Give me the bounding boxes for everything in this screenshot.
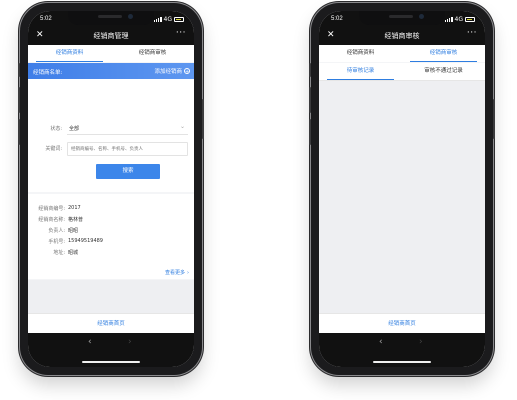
review-subtab-bar: 待审核记录 审核不通过记录 [319,63,485,81]
search-button[interactable]: 搜索 [96,164,160,179]
nav-bar: ✕ 经销商管理 ··· [28,27,194,45]
network-label: 4G [163,16,172,23]
detail-key: 负责人: [48,228,65,234]
nav-bar: ✕ 经销商审核 ··· [319,27,485,45]
tab-dealer-info[interactable]: 经销商资料 [28,45,111,62]
notch [68,11,154,25]
keyword-input[interactable] [68,143,187,155]
keyword-label: 关键词: [45,146,62,152]
dealer-home-link[interactable]: 经销商首页 [319,313,485,334]
forward-icon[interactable]: › [419,337,423,347]
back-icon[interactable]: ‹ [88,337,92,347]
add-dealer-button[interactable]: 添加经销商 + [154,67,190,75]
volume-down-button [18,119,20,145]
screen: 5:02 4G ✕ 经销商管理 ··· 经销商资料 经销商审核 经销商名单: 添… [28,11,194,367]
status-label: 状态: [50,126,62,132]
phone-right: 5:02 4G ✕ 经销商审核 ··· 经销商资料 经销商审核 待审核记录 审核… [309,3,495,375]
tab-pending-review[interactable]: 待审核记录 [319,63,402,80]
dealer-list-label: 经销商名单: [33,70,63,76]
detail-value: 2017 [68,205,81,211]
detail-key: 地址: [53,250,65,256]
home-indicator[interactable] [82,361,140,363]
view-more-link[interactable]: 查看更多 › [164,269,189,277]
mute-switch [309,63,311,77]
more-icon[interactable]: ··· [467,28,477,38]
battery-icon [465,17,475,22]
tab-dealer-review[interactable]: 经销商审核 [111,45,194,62]
more-icon[interactable]: ··· [176,28,186,38]
battery-icon [174,17,184,22]
tab-rejected-review[interactable]: 审核不通过记录 [402,63,485,80]
volume-up-button [18,87,20,113]
chevron-right-icon: › [187,269,189,276]
empty-area [28,280,194,313]
dealer-list-banner: 经销商名单: 添加经销商 + [28,63,194,79]
browser-toolbar: ‹ › [319,333,485,367]
detail-value: 昭城 [68,250,79,256]
tab-bar: 经销商资料 经销商审核 [28,45,194,62]
dealer-detail-card: 经销商编号: 2017 经销商名称: 格林普 负责人: 昭昭 手机号: 1594… [28,194,194,279]
power-button [493,99,495,139]
mute-switch [18,63,20,77]
network-label: 4G [454,16,463,23]
chevron-down-icon: ⌄ [179,123,185,130]
forward-icon[interactable]: › [128,337,132,347]
status-select[interactable]: 全部 ⌄ [67,123,188,135]
back-icon[interactable]: ‹ [379,337,383,347]
volume-down-button [309,119,311,145]
plus-circle-icon: + [184,68,190,75]
volume-up-button [309,87,311,113]
detail-key: 经销商编号: [38,206,65,212]
page-title: 经销商审核 [384,32,420,40]
home-indicator[interactable] [373,361,431,363]
tab-dealer-info[interactable]: 经销商资料 [319,45,402,62]
detail-key: 手机号: [48,239,65,245]
detail-value: 格林普 [68,217,84,223]
keyword-field[interactable] [67,142,188,156]
status-time: 5:02 [40,16,52,22]
browser-toolbar: ‹ › [28,333,194,367]
status-value: 全部 [69,126,80,132]
status-time: 5:02 [331,16,343,22]
signal-icon [153,17,162,22]
power-button [202,99,204,139]
detail-value: 昭昭 [68,228,79,234]
tab-bar: 经销商资料 经销商审核 [319,45,485,62]
tab-dealer-review[interactable]: 经销商审核 [402,45,485,62]
notch [359,11,445,25]
phone-left: 5:02 4G ✕ 经销商管理 ··· 经销商资料 经销商审核 经销商名单: 添… [18,3,204,375]
page-title: 经销商管理 [93,32,129,40]
dealer-home-link[interactable]: 经销商首页 [28,313,194,334]
signal-icon [444,17,453,22]
screen: 5:02 4G ✕ 经销商审核 ··· 经销商资料 经销商审核 待审核记录 审核… [319,11,485,367]
detail-value: 15949519489 [68,238,103,244]
empty-area [319,81,485,313]
view-more-label: 查看更多 [164,270,185,276]
search-form: 状态: 全部 ⌄ 关键词: 搜索 [28,79,194,192]
add-dealer-label: 添加经销商 [154,69,182,75]
detail-key: 经销商名称: [38,217,65,223]
